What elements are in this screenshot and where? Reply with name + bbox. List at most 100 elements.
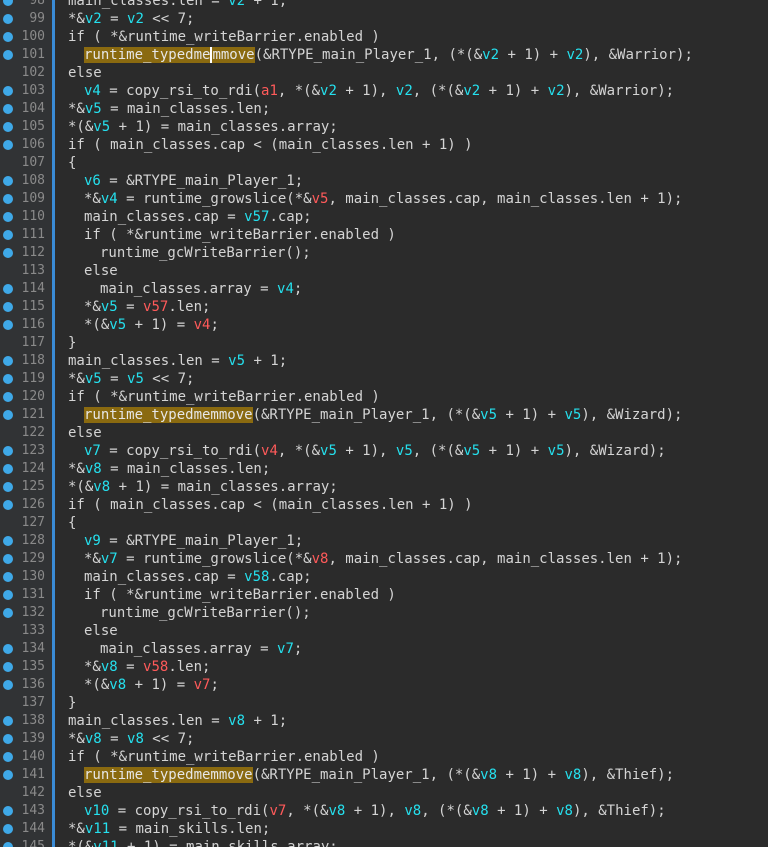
line-gutter[interactable]: 131 <box>0 586 52 604</box>
line-gutter[interactable]: 126 <box>0 496 52 514</box>
line-gutter[interactable]: 98 <box>0 0 52 10</box>
code-line[interactable]: 137} <box>0 694 768 712</box>
line-gutter[interactable]: 136 <box>0 676 52 694</box>
line-gutter[interactable]: 140 <box>0 748 52 766</box>
line-gutter[interactable]: 128 <box>0 532 52 550</box>
breakpoint-dot-icon[interactable] <box>3 842 13 847</box>
breakpoint-dot-icon[interactable] <box>3 572 13 582</box>
line-gutter[interactable]: 112 <box>0 244 52 262</box>
code-line[interactable]: 141 runtime_typedmemmove(&RTYPE_main_Play… <box>0 766 768 784</box>
line-gutter[interactable]: 103 <box>0 82 52 100</box>
code-line[interactable]: 125 *(&v8 + 1) = main_classes.array; <box>0 478 768 496</box>
line-gutter[interactable]: 107 <box>0 154 52 172</box>
code-line[interactable]: 114 main_classes.array = v4; <box>0 280 768 298</box>
code-line[interactable]: 126 if ( main_classes.cap < (main_classes… <box>0 496 768 514</box>
code-line[interactable]: 144 *&v11 = main_skills.len; <box>0 820 768 838</box>
code-line[interactable]: 115 *&v5 = v57.len; <box>0 298 768 316</box>
line-gutter[interactable]: 105 <box>0 118 52 136</box>
line-gutter[interactable]: 110 <box>0 208 52 226</box>
line-gutter[interactable]: 106 <box>0 136 52 154</box>
code-line[interactable]: 139 *&v8 = v8 << 7; <box>0 730 768 748</box>
line-gutter[interactable]: 104 <box>0 100 52 118</box>
breakpoint-dot-icon[interactable] <box>3 554 13 564</box>
breakpoint-dot-icon[interactable] <box>3 230 13 240</box>
line-gutter[interactable]: 101 <box>0 46 52 64</box>
code-line[interactable]: 123 v7 = copy_rsi_to_rdi(v4, *(&v5 + 1), … <box>0 442 768 460</box>
code-line[interactable]: 145 *(&v11 + 1) = main_skills.array; <box>0 838 768 847</box>
code-line[interactable]: 143 v10 = copy_rsi_to_rdi(v7, *(&v8 + 1),… <box>0 802 768 820</box>
line-gutter[interactable]: 143 <box>0 802 52 820</box>
breakpoint-dot-icon[interactable] <box>3 284 13 294</box>
breakpoint-dot-icon[interactable] <box>3 716 13 726</box>
breakpoint-dot-icon[interactable] <box>3 104 13 114</box>
line-gutter[interactable]: 119 <box>0 370 52 388</box>
code-line[interactable]: 112 runtime_gcWriteBarrier(); <box>0 244 768 262</box>
code-line[interactable]: 111 if ( *&runtime_writeBarrier.enabled ) <box>0 226 768 244</box>
code-line[interactable]: 107 { <box>0 154 768 172</box>
line-gutter[interactable]: 121 <box>0 406 52 424</box>
breakpoint-dot-icon[interactable] <box>3 212 13 222</box>
code-line[interactable]: 110 main_classes.cap = v57.cap; <box>0 208 768 226</box>
code-line[interactable]: 135 *&v8 = v58.len; <box>0 658 768 676</box>
line-gutter[interactable]: 116 <box>0 316 52 334</box>
line-gutter[interactable]: 123 <box>0 442 52 460</box>
line-gutter[interactable]: 122 <box>0 424 52 442</box>
breakpoint-dot-icon[interactable] <box>3 752 13 762</box>
breakpoint-dot-icon[interactable] <box>3 644 13 654</box>
line-gutter[interactable]: 130 <box>0 568 52 586</box>
breakpoint-dot-icon[interactable] <box>3 806 13 816</box>
breakpoint-dot-icon[interactable] <box>3 824 13 834</box>
breakpoint-dot-icon[interactable] <box>3 500 13 510</box>
breakpoint-dot-icon[interactable] <box>3 356 13 366</box>
line-gutter[interactable]: 117 <box>0 334 52 352</box>
code-line[interactable]: 108 v6 = &RTYPE_main_Player_1; <box>0 172 768 190</box>
code-line[interactable]: 138 main_classes.len = v8 + 1; <box>0 712 768 730</box>
code-line[interactable]: 134 main_classes.array = v7; <box>0 640 768 658</box>
breakpoint-dot-icon[interactable] <box>3 680 13 690</box>
line-gutter[interactable]: 125 <box>0 478 52 496</box>
line-gutter[interactable]: 124 <box>0 460 52 478</box>
line-gutter[interactable]: 137 <box>0 694 52 712</box>
code-line[interactable]: 129 *&v7 = runtime_growslice(*&v8, main_c… <box>0 550 768 568</box>
line-gutter[interactable]: 108 <box>0 172 52 190</box>
code-line[interactable]: 132 runtime_gcWriteBarrier(); <box>0 604 768 622</box>
code-line[interactable]: 117} <box>0 334 768 352</box>
code-line[interactable]: 136 *(&v8 + 1) = v7; <box>0 676 768 694</box>
line-gutter[interactable]: 111 <box>0 226 52 244</box>
breakpoint-dot-icon[interactable] <box>3 176 13 186</box>
line-gutter[interactable]: 99 <box>0 10 52 28</box>
line-gutter[interactable]: 138 <box>0 712 52 730</box>
code-line[interactable]: 102 else <box>0 64 768 82</box>
code-line[interactable]: 98 main_classes.len = v2 + 1; <box>0 0 768 10</box>
code-line[interactable]: 103 v4 = copy_rsi_to_rdi(a1, *(&v2 + 1), … <box>0 82 768 100</box>
code-line[interactable]: 122 else <box>0 424 768 442</box>
line-gutter[interactable]: 142 <box>0 784 52 802</box>
line-gutter[interactable]: 127 <box>0 514 52 532</box>
breakpoint-dot-icon[interactable] <box>3 14 13 24</box>
breakpoint-dot-icon[interactable] <box>3 194 13 204</box>
code-line[interactable]: 118 main_classes.len = v5 + 1; <box>0 352 768 370</box>
breakpoint-dot-icon[interactable] <box>3 392 13 402</box>
code-line[interactable]: 130 main_classes.cap = v58.cap; <box>0 568 768 586</box>
code-line[interactable]: 109 *&v4 = runtime_growslice(*&v5, main_c… <box>0 190 768 208</box>
line-gutter[interactable]: 118 <box>0 352 52 370</box>
pseudocode-editor[interactable]: 98 main_classes.len = v2 + 1; 99 *&v2 = v2 … <box>0 0 768 847</box>
breakpoint-dot-icon[interactable] <box>3 446 13 456</box>
breakpoint-dot-icon[interactable] <box>3 140 13 150</box>
code-line[interactable]: 113 else <box>0 262 768 280</box>
breakpoint-dot-icon[interactable] <box>3 770 13 780</box>
line-gutter[interactable]: 144 <box>0 820 52 838</box>
line-gutter[interactable]: 115 <box>0 298 52 316</box>
line-gutter[interactable]: 133 <box>0 622 52 640</box>
line-gutter[interactable]: 120 <box>0 388 52 406</box>
breakpoint-dot-icon[interactable] <box>3 734 13 744</box>
code-line[interactable]: 128 v9 = &RTYPE_main_Player_1; <box>0 532 768 550</box>
breakpoint-dot-icon[interactable] <box>3 410 13 420</box>
code-line[interactable]: 140 if ( *&runtime_writeBarrier.enabled ) <box>0 748 768 766</box>
breakpoint-dot-icon[interactable] <box>3 302 13 312</box>
line-gutter[interactable]: 114 <box>0 280 52 298</box>
code-line[interactable]: 133 else <box>0 622 768 640</box>
code-line[interactable]: 127 { <box>0 514 768 532</box>
line-gutter[interactable]: 139 <box>0 730 52 748</box>
breakpoint-dot-icon[interactable] <box>3 374 13 384</box>
